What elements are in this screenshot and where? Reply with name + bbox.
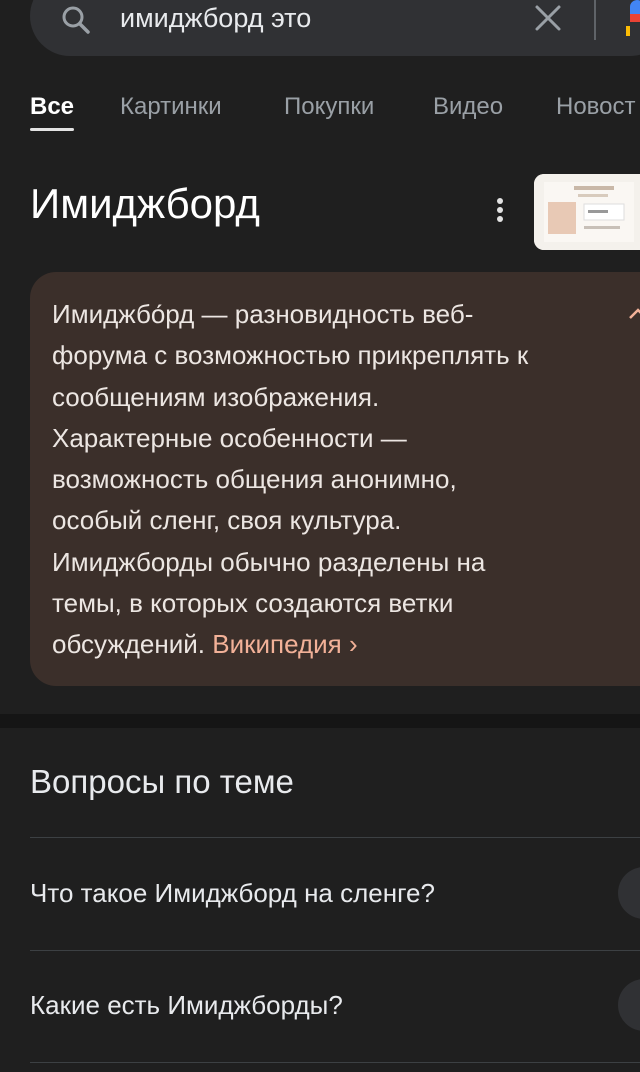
related-question[interactable]: Какие есть Имиджборды? [30, 987, 343, 1023]
more-vert-icon[interactable] [486, 194, 514, 226]
wikipedia-link[interactable]: Википедия › [212, 629, 357, 659]
tab-video[interactable]: Видео [433, 92, 503, 122]
entity-title: Имиджборд [30, 180, 260, 227]
search-input[interactable]: имиджборд это [120, 2, 311, 34]
tab-all[interactable]: Все [30, 92, 74, 122]
divider [30, 1062, 640, 1063]
entity-description: Имиджбо́рд — разновидность веб- форума с… [52, 294, 612, 666]
entity-thumbnail[interactable] [534, 174, 640, 250]
description-line: возможность общения анонимно, [52, 464, 457, 495]
tab-images[interactable]: Картинки [120, 92, 222, 122]
active-tab-indicator [30, 128, 74, 131]
description-line: темы, в которых создаются ветки [52, 588, 454, 619]
description-line: обсуждений. [52, 629, 206, 660]
divider [30, 950, 640, 951]
close-icon[interactable] [534, 4, 562, 32]
description-card: Имиджбо́рд — разновидность веб- форума с… [30, 272, 640, 686]
description-line: Имиджборды обычно разделены на [52, 546, 486, 577]
tab-news[interactable]: Новост [556, 92, 636, 122]
description-line: Имиджбо́рд — разновидность веб- [52, 299, 474, 329]
search-divider [594, 0, 596, 40]
description-line: особый сленг, своя культура. [52, 505, 402, 536]
description-line: сообщениям изображения. [52, 381, 380, 412]
tab-shopping[interactable]: Покупки [284, 92, 374, 122]
search-icon[interactable] [60, 4, 92, 36]
related-question[interactable]: Что такое Имиджборд на сленге? [30, 875, 435, 911]
search-tabs: Все Картинки Покупки Видео Новост [0, 88, 640, 138]
description-line: форума с возможностью прикреплять к [52, 340, 529, 371]
chevron-down-icon[interactable] [618, 979, 640, 1031]
divider [30, 837, 640, 838]
description-line: Характерные особенности — [52, 422, 407, 453]
chevron-up-icon[interactable] [628, 304, 640, 324]
mic-icon[interactable] [626, 0, 640, 38]
chevron-down-icon[interactable] [618, 867, 640, 919]
related-questions-title: Вопросы по теме [30, 763, 294, 800]
section-separator [0, 714, 640, 728]
